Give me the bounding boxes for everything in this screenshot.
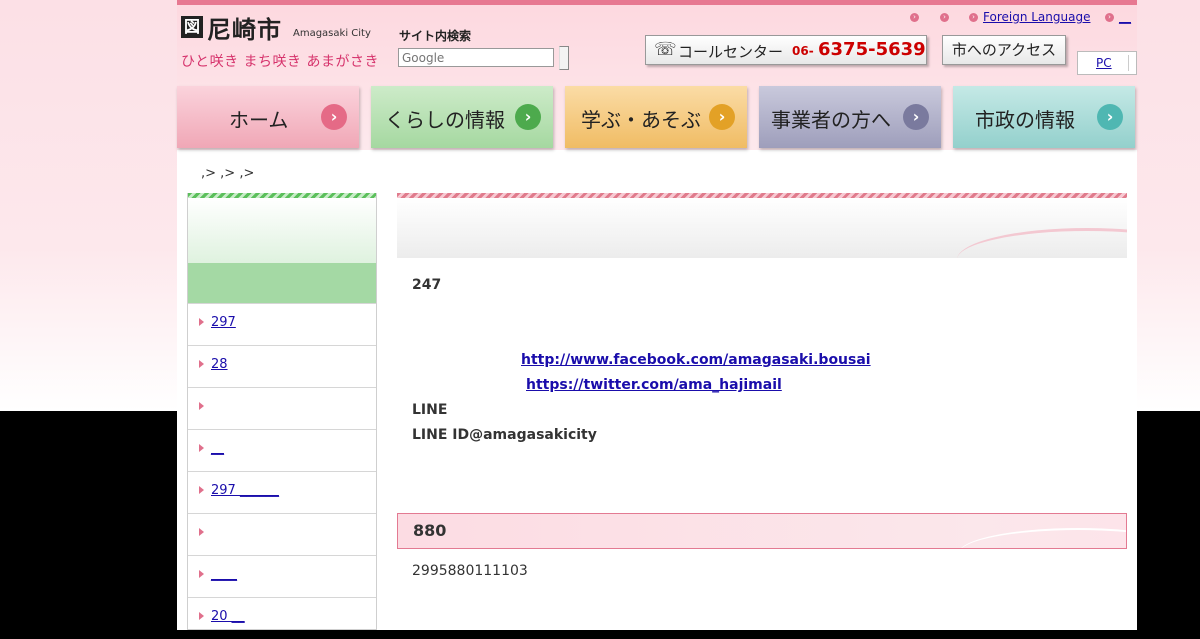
arrow-right-icon: › xyxy=(903,104,929,130)
city-logo-en: Amagasaki City xyxy=(293,28,371,39)
triangle-right-icon xyxy=(199,612,204,620)
nav-citygov-label: 市政の情報 xyxy=(975,108,1075,132)
pc-divider xyxy=(1128,55,1129,71)
nav-learning[interactable]: 学ぶ・あそぶ › xyxy=(565,86,747,148)
sidebar-item-link[interactable]: 297 xyxy=(211,315,236,330)
search-input[interactable] xyxy=(398,48,554,67)
top-link-bullet-icon[interactable]: › xyxy=(910,13,919,22)
nav-business[interactable]: 事業者の方へ › xyxy=(759,86,941,148)
sidebar-item-link[interactable]: ____ xyxy=(211,567,237,582)
sidebar-item-link[interactable]: 20 __ xyxy=(211,609,245,624)
city-logo-text[interactable]: 尼崎市 xyxy=(207,10,282,45)
sidebar-item[interactable]: 297 xyxy=(188,303,376,345)
nav-home[interactable]: ホーム › xyxy=(177,86,359,148)
nav-living[interactable]: くらしの情報 › xyxy=(371,86,553,148)
triangle-right-icon xyxy=(199,486,204,494)
sidebar: 297 28 __ 297 ______ ____ 20 __ xyxy=(187,193,377,630)
main-title-area xyxy=(397,198,1127,258)
nav-business-label: 事業者の方へ xyxy=(771,108,891,132)
call-center-prefix: 06- xyxy=(792,44,814,58)
triangle-right-icon xyxy=(199,402,204,410)
access-button[interactable]: 市へのアクセス xyxy=(942,35,1066,65)
sidebar-item-link[interactable]: 28 xyxy=(211,357,228,372)
sidebar-item[interactable] xyxy=(188,387,376,429)
arrow-right-icon: › xyxy=(1097,104,1123,130)
search-button[interactable] xyxy=(559,46,569,70)
facebook-link[interactable]: http://www.facebook.com/amagasaki.bousai xyxy=(521,352,871,368)
arrow-right-icon: › xyxy=(515,104,541,130)
nav-citygov[interactable]: 市政の情報 › xyxy=(953,86,1135,148)
triangle-right-icon xyxy=(199,570,204,578)
top-link-bullet-icon: › xyxy=(1105,13,1114,22)
sidebar-item[interactable]: ____ xyxy=(188,555,376,597)
sidebar-item-link[interactable]: 297 ______ xyxy=(211,483,279,498)
sidebar-item[interactable]: 20 __ xyxy=(188,597,376,639)
content-text-247: 247 xyxy=(412,277,442,293)
line-label: LINE xyxy=(412,402,448,418)
search-label: サイト内検索 xyxy=(399,29,472,43)
foreign-language-link[interactable]: Foreign Language xyxy=(983,10,1090,24)
decorative-swoosh xyxy=(957,228,1127,258)
sidebar-item[interactable]: __ xyxy=(188,429,376,471)
top-link-bullet-icon[interactable]: › xyxy=(940,13,949,22)
sidebar-item[interactable] xyxy=(188,513,376,555)
call-center-label: コールセンター xyxy=(678,43,784,61)
section-title: 880 xyxy=(413,521,447,540)
triangle-right-icon xyxy=(199,318,204,326)
decorative-swoosh xyxy=(958,528,1126,548)
breadcrumb[interactable]: ,> ,> ,> xyxy=(201,166,254,181)
pc-link[interactable]: PC xyxy=(1096,56,1112,70)
arrow-right-icon: › xyxy=(709,104,735,130)
triangle-right-icon xyxy=(199,528,204,536)
section-text: 2995880111103 xyxy=(412,563,528,579)
call-center-button[interactable]: ☏ コールセンター 06- 6375-5639 xyxy=(645,35,927,65)
phone-icon: ☏ xyxy=(654,39,677,60)
sidebar-heading xyxy=(188,198,376,263)
twitter-link[interactable]: https://twitter.com/ama_hajimail xyxy=(526,377,782,393)
city-slogan: ひと咲き まち咲き あまがさき xyxy=(181,54,379,70)
header: 図 尼崎市 Amagasaki City ひと咲き まち咲き あまがさき サイト… xyxy=(177,0,1137,150)
page-container: 図 尼崎市 Amagasaki City ひと咲き まち咲き あまがさき サイト… xyxy=(177,0,1137,630)
top-link-last[interactable]: __ xyxy=(1119,10,1131,24)
nav-home-label: ホーム xyxy=(229,108,289,132)
sidebar-subheading xyxy=(188,263,376,303)
nav-living-label: くらしの情報 xyxy=(385,108,505,132)
section-heading: 880 xyxy=(397,513,1127,549)
sidebar-item[interactable]: 297 ______ xyxy=(188,471,376,513)
nav-learning-label: 学ぶ・あそぶ xyxy=(581,108,701,132)
header-top-stripe xyxy=(177,0,1137,5)
triangle-right-icon xyxy=(199,444,204,452)
city-emblem-icon[interactable]: 図 xyxy=(181,16,203,38)
call-center-number: 6375-5639 xyxy=(818,39,926,60)
pc-switch: PC xyxy=(1077,51,1137,75)
line-id-text: LINE ID@amagasakicity xyxy=(412,427,597,443)
triangle-right-icon xyxy=(199,360,204,368)
arrow-right-icon: › xyxy=(321,104,347,130)
sidebar-item-link[interactable]: __ xyxy=(211,441,224,456)
sidebar-item[interactable]: 28 xyxy=(188,345,376,387)
foreign-language-bullet-icon: › xyxy=(969,13,978,22)
